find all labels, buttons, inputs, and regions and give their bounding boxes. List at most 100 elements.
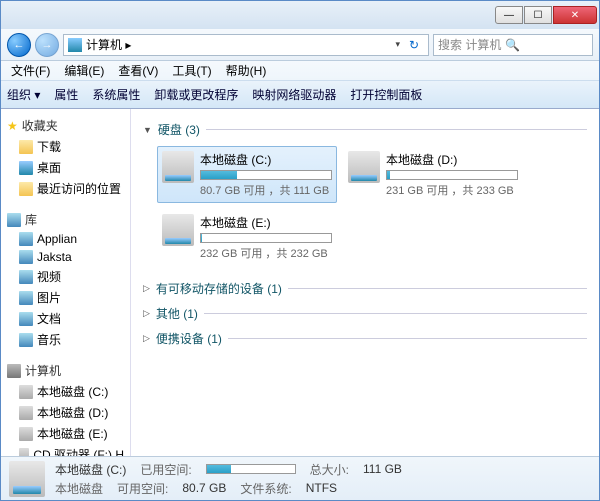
group-other[interactable]: ▷ 其他 (1): [143, 301, 587, 326]
star-icon: ★: [7, 119, 18, 133]
back-button[interactable]: ←: [7, 33, 31, 57]
maximize-button[interactable]: ☐: [524, 6, 552, 24]
drive-icon: [19, 385, 33, 399]
menu-tools[interactable]: 工具(T): [166, 60, 217, 81]
drive-subtext: 231 GB 可用 ，共 233 GB: [386, 182, 518, 198]
drive-usage-bar: [200, 170, 332, 180]
close-button[interactable]: ✕: [553, 6, 597, 24]
sidebar-item-recent[interactable]: 最近访问的位置: [3, 178, 128, 199]
drive-name: 本地磁盘 (C:): [200, 151, 332, 168]
sidebar-item-videos[interactable]: 视频: [3, 266, 128, 287]
sidebar-item-pictures[interactable]: 图片: [3, 287, 128, 308]
drive-icon: [348, 151, 380, 183]
sidebar-item-jaksta[interactable]: Jaksta: [3, 248, 128, 266]
sidebar-item-documents[interactable]: 文档: [3, 308, 128, 329]
recent-icon: [19, 182, 33, 196]
status-title: 本地磁盘 (C:): [55, 461, 126, 478]
uninstall-button[interactable]: 卸载或更改程序: [154, 86, 238, 103]
music-icon: [19, 333, 33, 347]
library-icon: [19, 250, 33, 264]
drive-item[interactable]: 本地磁盘 (D:) 231 GB 可用 ，共 233 GB: [343, 146, 523, 203]
mapnet-button[interactable]: 映射网络驱动器: [252, 86, 336, 103]
breadcrumb[interactable]: 计算机 ▸: [86, 36, 391, 53]
drive-icon: [19, 406, 33, 420]
menubar: 文件(F) 编辑(E) 查看(V) 工具(T) 帮助(H): [1, 61, 599, 81]
forward-button[interactable]: →: [35, 33, 59, 57]
status-total-value: 111 GB: [363, 462, 402, 476]
status-usage-bar: [206, 464, 296, 474]
sidebar-item-drive-c[interactable]: 本地磁盘 (C:): [3, 381, 128, 402]
menu-view[interactable]: 查看(V): [112, 60, 164, 81]
group-hdd[interactable]: ▼ 硬盘 (3): [143, 117, 587, 142]
search-input[interactable]: 搜索 计算机 🔍: [433, 34, 593, 56]
sidebar-favorites-head[interactable]: ★ 收藏夹: [3, 115, 128, 136]
menu-help[interactable]: 帮助(H): [220, 60, 273, 81]
status-free-value: 80.7 GB: [182, 481, 226, 495]
sidebar-libraries-head[interactable]: 库: [3, 209, 128, 230]
status-fs-label: 文件系统:: [240, 480, 291, 497]
main-content: ▼ 硬盘 (3) 本地磁盘 (C:)80.7 GB 可用 ，共 111 GB本地…: [131, 109, 599, 456]
expand-icon: ▷: [143, 283, 150, 294]
document-icon: [19, 312, 33, 326]
minimize-button[interactable]: —: [495, 6, 523, 24]
drive-icon: [9, 461, 45, 497]
menu-edit[interactable]: 编辑(E): [58, 60, 110, 81]
search-icon: 🔍: [505, 38, 520, 52]
computer-icon: [68, 38, 82, 52]
drive-usage-bar: [386, 170, 518, 180]
status-free-label: 可用空间:: [117, 480, 168, 497]
folder-icon: [19, 140, 33, 154]
body: ★ 收藏夹 下载 桌面 最近访问的位置 库 Applian Jaksta 视频 …: [1, 109, 599, 456]
refresh-button[interactable]: ↻: [404, 38, 424, 52]
address-bar[interactable]: 计算机 ▸ ▾ ↻: [63, 34, 429, 56]
drive-subtext: 80.7 GB 可用 ，共 111 GB: [200, 182, 332, 198]
expand-icon: ▷: [143, 333, 150, 344]
toolbar: 组织 ▾ 属性 系统属性 卸载或更改程序 映射网络驱动器 打开控制面板: [1, 81, 599, 109]
group-removable[interactable]: ▷ 有可移动存储的设备 (1): [143, 276, 587, 301]
drive-item[interactable]: 本地磁盘 (C:) 80.7 GB 可用 ，共 111 GB: [157, 146, 337, 203]
drives-list: 本地磁盘 (C:) 80.7 GB 可用 ，共 111 GB 本地磁盘 (D:) 23…: [143, 142, 587, 276]
group-portable[interactable]: ▷ 便携设备 (1): [143, 326, 587, 351]
drive-item[interactable]: 本地磁盘 (E:) 232 GB 可用 ，共 232 GB: [157, 209, 337, 266]
menu-file[interactable]: 文件(F): [5, 60, 56, 81]
properties-button[interactable]: 属性: [54, 86, 78, 103]
sidebar: ★ 收藏夹 下载 桌面 最近访问的位置 库 Applian Jaksta 视频 …: [1, 109, 131, 456]
sidebar-item-drive-e[interactable]: 本地磁盘 (E:): [3, 423, 128, 444]
desktop-icon: [19, 161, 33, 175]
status-subtitle: 本地磁盘: [55, 480, 103, 497]
statusbar: 本地磁盘 (C:) 已用空间: 总大小: 111 GB 本地磁盘 可用空间: 8…: [1, 456, 599, 500]
sidebar-item-drive-d[interactable]: 本地磁盘 (D:): [3, 402, 128, 423]
sidebar-item-downloads[interactable]: 下载: [3, 136, 128, 157]
search-placeholder: 搜索 计算机: [438, 36, 501, 53]
address-dropdown-icon[interactable]: ▾: [395, 39, 400, 50]
ctrlpanel-button[interactable]: 打开控制面板: [350, 86, 422, 103]
drive-usage-bar: [200, 233, 332, 243]
sidebar-item-desktop[interactable]: 桌面: [3, 157, 128, 178]
computer-icon: [7, 364, 21, 378]
status-total-label: 总大小:: [310, 461, 349, 478]
collapse-icon: ▼: [143, 125, 152, 135]
status-used-label: 已用空间:: [140, 461, 191, 478]
picture-icon: [19, 291, 33, 305]
sysprops-button[interactable]: 系统属性: [92, 86, 140, 103]
drive-name: 本地磁盘 (E:): [200, 214, 332, 231]
status-fs-value: NTFS: [306, 481, 337, 495]
library-icon: [7, 213, 21, 227]
drive-icon: [162, 151, 194, 183]
sidebar-item-applian[interactable]: Applian: [3, 230, 128, 248]
drive-icon: [162, 214, 194, 246]
library-icon: [19, 232, 33, 246]
cd-icon: [19, 448, 29, 457]
sidebar-computer-head[interactable]: 计算机: [3, 360, 128, 381]
sidebar-item-cddrive[interactable]: CD 驱动器 (F:) H: [3, 444, 128, 456]
titlebar: — ☐ ✕: [1, 1, 599, 29]
drive-subtext: 232 GB 可用 ，共 232 GB: [200, 245, 332, 261]
organize-button[interactable]: 组织 ▾: [7, 86, 40, 103]
explorer-window: — ☐ ✕ ← → 计算机 ▸ ▾ ↻ 搜索 计算机 🔍 文件(F) 编辑(E)…: [0, 0, 600, 501]
sidebar-item-music[interactable]: 音乐: [3, 329, 128, 350]
video-icon: [19, 270, 33, 284]
drive-icon: [19, 427, 33, 441]
drive-name: 本地磁盘 (D:): [386, 151, 518, 168]
navbar: ← → 计算机 ▸ ▾ ↻ 搜索 计算机 🔍: [1, 29, 599, 61]
expand-icon: ▷: [143, 308, 150, 319]
